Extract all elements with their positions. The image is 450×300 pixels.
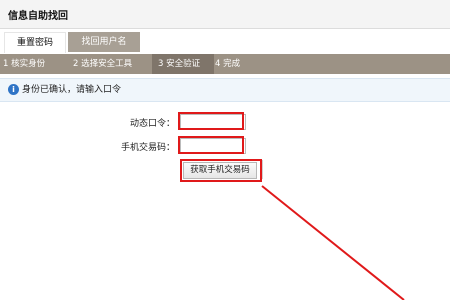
annotation-arrow xyxy=(261,185,405,300)
annotation-arrow-line xyxy=(261,185,405,300)
